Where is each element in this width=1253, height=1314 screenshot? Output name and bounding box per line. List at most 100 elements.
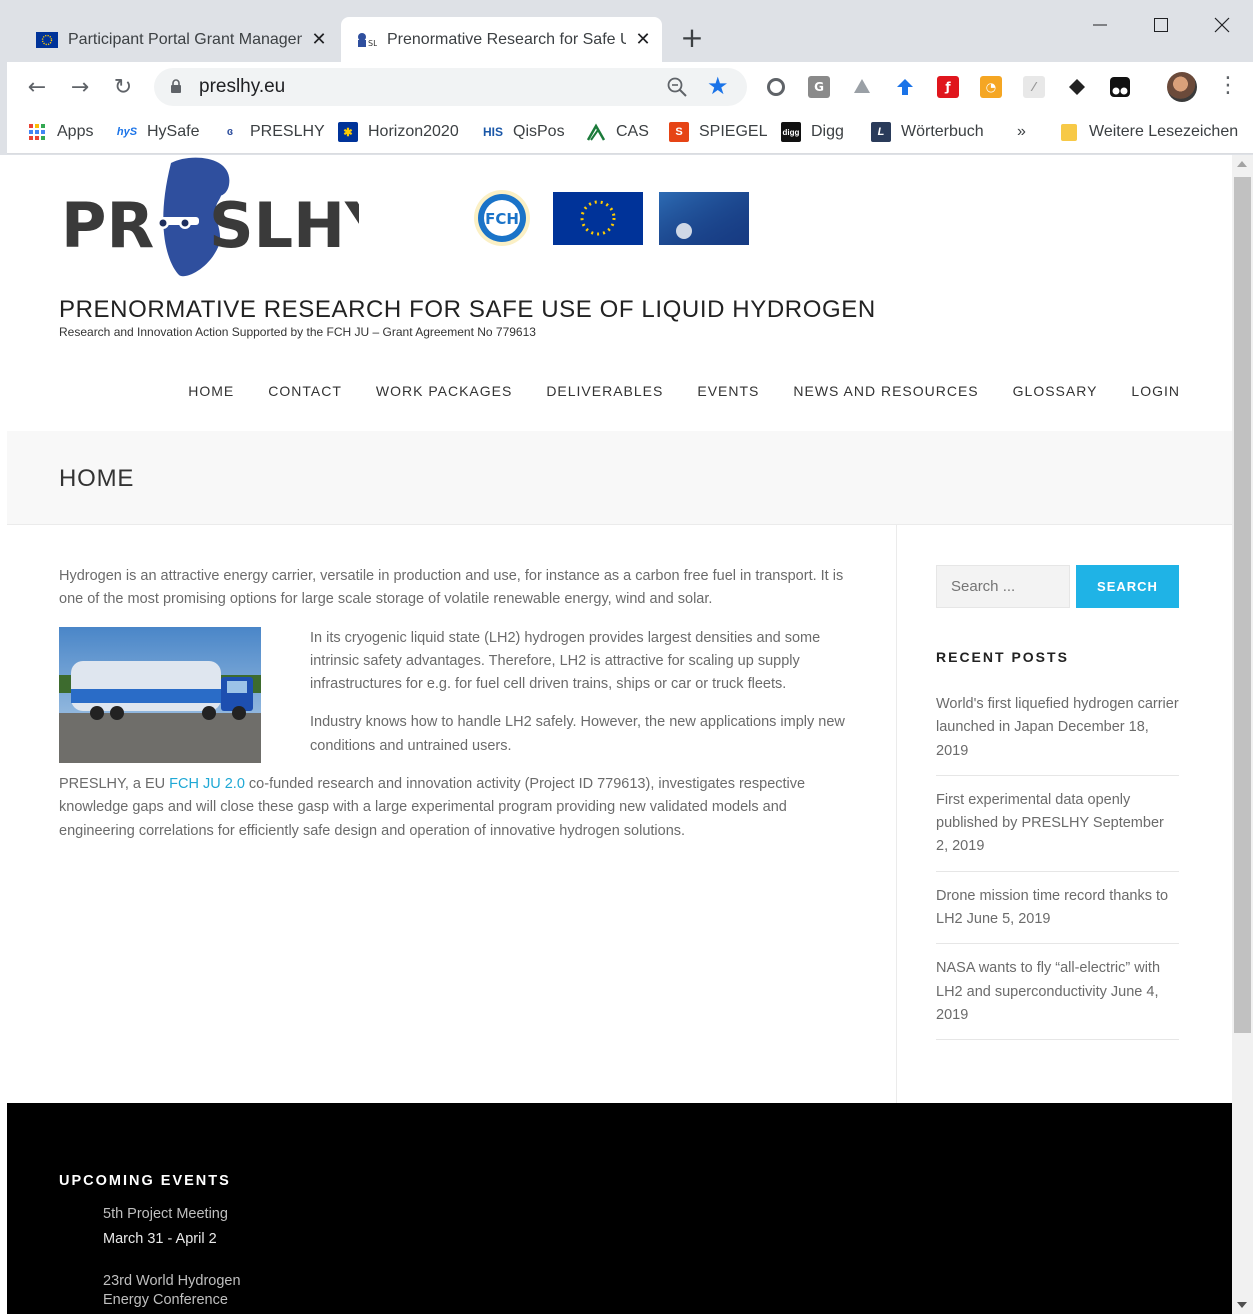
- rss-icon[interactable]: ◔: [980, 76, 1002, 98]
- bookmark-label: Apps: [57, 123, 94, 140]
- url-text[interactable]: preslhy.eu: [199, 76, 285, 98]
- chevron-double-right-icon: »: [1017, 123, 1026, 140]
- fch-logo: FCH: [474, 190, 530, 246]
- extension-pen-icon[interactable]: ⁄: [1023, 76, 1045, 98]
- site-footer: UPCOMING EVENTS 5th Project Meeting Marc…: [7, 1103, 1232, 1314]
- bookmark-preslhy[interactable]: ɞ PRESLHY: [220, 118, 325, 146]
- partner-logos: FCH: [462, 183, 762, 249]
- recent-post-item[interactable]: NASA wants to fly “all-electric” with LH…: [936, 953, 1179, 1041]
- extension-g-icon[interactable]: G: [808, 76, 830, 98]
- bookmark-spiegel[interactable]: S SPIEGEL: [669, 118, 767, 146]
- event-name[interactable]: 5th Project Meeting: [103, 1205, 283, 1224]
- nav-glossary[interactable]: GLOSSARY: [1013, 383, 1098, 399]
- zoom-icon[interactable]: [666, 76, 688, 98]
- bookmark-hysafe[interactable]: hyS HySafe: [116, 118, 200, 146]
- flash-icon[interactable]: ƒ: [937, 76, 959, 98]
- dictionary-icon: L: [871, 122, 891, 142]
- extension-ink-icon[interactable]: [1066, 76, 1088, 98]
- new-tab-button[interactable]: +: [678, 24, 706, 53]
- nav-work-packages[interactable]: WORK PACKAGES: [376, 383, 512, 399]
- event-item[interactable]: 5th Project Meeting March 31 - April 2: [103, 1205, 283, 1249]
- recent-post-item[interactable]: Drone mission time record thanks to LH2 …: [936, 881, 1179, 945]
- intro-paragraph: Hydrogen is an attractive energy carrier…: [59, 568, 844, 608]
- cas-icon: [586, 122, 606, 142]
- reload-button[interactable]: ↻: [108, 72, 138, 102]
- scroll-up-arrow-icon[interactable]: [1237, 161, 1247, 167]
- eu-flag-logo: [553, 192, 643, 245]
- bookmark-label: Weitere Lesezeichen: [1089, 123, 1239, 140]
- bookmark-other-folder[interactable]: Weitere Lesezeichen: [1059, 118, 1238, 146]
- profile-avatar[interactable]: [1167, 72, 1197, 102]
- close-icon: [1214, 17, 1230, 33]
- close-icon[interactable]: ✕: [310, 29, 328, 50]
- digg-icon: digg: [781, 122, 801, 142]
- main-content: Hydrogen is an attractive energy carrier…: [59, 565, 859, 858]
- back-button[interactable]: ←: [22, 72, 52, 102]
- preslhy-logo[interactable]: PR SLHY: [59, 155, 359, 280]
- scrollbar-thumb[interactable]: [1234, 177, 1251, 1033]
- event-name[interactable]: 23rd World Hydrogen Energy Conference: [103, 1272, 283, 1310]
- tab-title: Prenormative Research for Safe U: [387, 30, 626, 48]
- browser-menu-icon[interactable]: ⋮: [1217, 72, 1239, 102]
- search-input[interactable]: [936, 565, 1070, 608]
- nav-events[interactable]: EVENTS: [697, 383, 759, 399]
- bookmark-label: HySafe: [147, 123, 200, 140]
- browser-toolbar: ← → ↻ preslhy.eu ★ G ƒ ◔ ⁄ ⋮: [7, 62, 1253, 112]
- forward-button[interactable]: →: [65, 72, 95, 102]
- minimize-button[interactable]: [1085, 10, 1115, 40]
- svg-text:SL: SL: [368, 39, 377, 48]
- nav-deliverables[interactable]: DELIVERABLES: [546, 383, 663, 399]
- apps-grid-icon: [27, 122, 47, 142]
- tab-participant-portal[interactable]: Participant Portal Grant Managem ✕: [22, 17, 338, 62]
- site-header: PR SLHY FCH: [7, 155, 1232, 431]
- fch-ju-link[interactable]: FCH JU 2.0: [169, 776, 245, 792]
- nav-contact[interactable]: CONTACT: [268, 383, 342, 399]
- lock-icon: [171, 79, 181, 93]
- hysafe-icon: hyS: [116, 126, 138, 138]
- address-bar[interactable]: preslhy.eu ★: [154, 68, 747, 106]
- page-scrollbar[interactable]: [1232, 155, 1253, 1314]
- nav-news-and-resources[interactable]: NEWS AND RESOURCES: [793, 383, 978, 399]
- extension-arrow-icon[interactable]: [894, 76, 916, 98]
- bookmark-apps[interactable]: Apps: [27, 118, 93, 146]
- bookmark-digg[interactable]: digg Digg: [781, 118, 844, 146]
- logo-text-left: PR: [61, 189, 154, 262]
- tab-preslhy[interactable]: SL Prenormative Research for Safe U ✕: [341, 17, 662, 62]
- close-icon[interactable]: ✕: [634, 29, 652, 50]
- bookmark-label: Digg: [811, 123, 844, 140]
- maximize-button[interactable]: [1146, 10, 1176, 40]
- page-title-bar: HOME: [7, 431, 1232, 525]
- site-title[interactable]: PRENORMATIVE RESEARCH FOR SAFE USE OF LI…: [59, 296, 876, 324]
- bookmarks-overflow-button[interactable]: »: [1017, 118, 1026, 146]
- bookmark-woerterbuch[interactable]: L Wörterbuch: [871, 118, 984, 146]
- recent-post-item[interactable]: World's first liquefied hydrogen carrier…: [936, 689, 1179, 776]
- bookmark-label: SPIEGEL: [699, 123, 768, 140]
- scroll-down-arrow-icon[interactable]: [1237, 1302, 1247, 1308]
- recent-posts-title: RECENT POSTS: [936, 649, 1069, 665]
- bookmark-label: QisPos: [513, 123, 565, 140]
- extension-circle-icon[interactable]: [765, 76, 787, 98]
- page-title: HOME: [59, 465, 135, 492]
- sidebar-divider: [896, 525, 897, 1103]
- nav-home[interactable]: HOME: [188, 383, 234, 399]
- page-viewport: PR SLHY FCH: [7, 155, 1232, 1314]
- bookmark-qispos[interactable]: HIS QisPos: [483, 118, 565, 146]
- eu-flag-icon: ✱: [338, 122, 358, 142]
- google-drive-icon[interactable]: [851, 76, 873, 98]
- recent-post-item[interactable]: First experimental data openly published…: [936, 785, 1179, 872]
- upcoming-events-title: UPCOMING EVENTS: [59, 1173, 231, 1189]
- bookmark-star-icon[interactable]: ★: [707, 72, 729, 100]
- extension-tampermonkey-icon[interactable]: [1109, 76, 1131, 98]
- bookmark-horizon2020[interactable]: ✱ Horizon2020: [338, 118, 459, 146]
- his-icon: HIS: [483, 125, 504, 139]
- nav-login[interactable]: LOGIN: [1131, 383, 1180, 399]
- reload-icon: ↻: [113, 74, 133, 100]
- bookmark-cas[interactable]: CAS: [586, 118, 649, 146]
- close-window-button[interactable]: [1207, 10, 1237, 40]
- event-item[interactable]: 23rd World Hydrogen Energy Conference: [103, 1272, 283, 1310]
- search-button[interactable]: SEARCH: [1076, 565, 1179, 608]
- bookmark-label: CAS: [616, 123, 649, 140]
- folder-icon: [1059, 122, 1079, 142]
- browser-chrome: Participant Portal Grant Managem ✕ SL Pr…: [0, 0, 1253, 155]
- svg-text:FCH: FCH: [485, 210, 519, 228]
